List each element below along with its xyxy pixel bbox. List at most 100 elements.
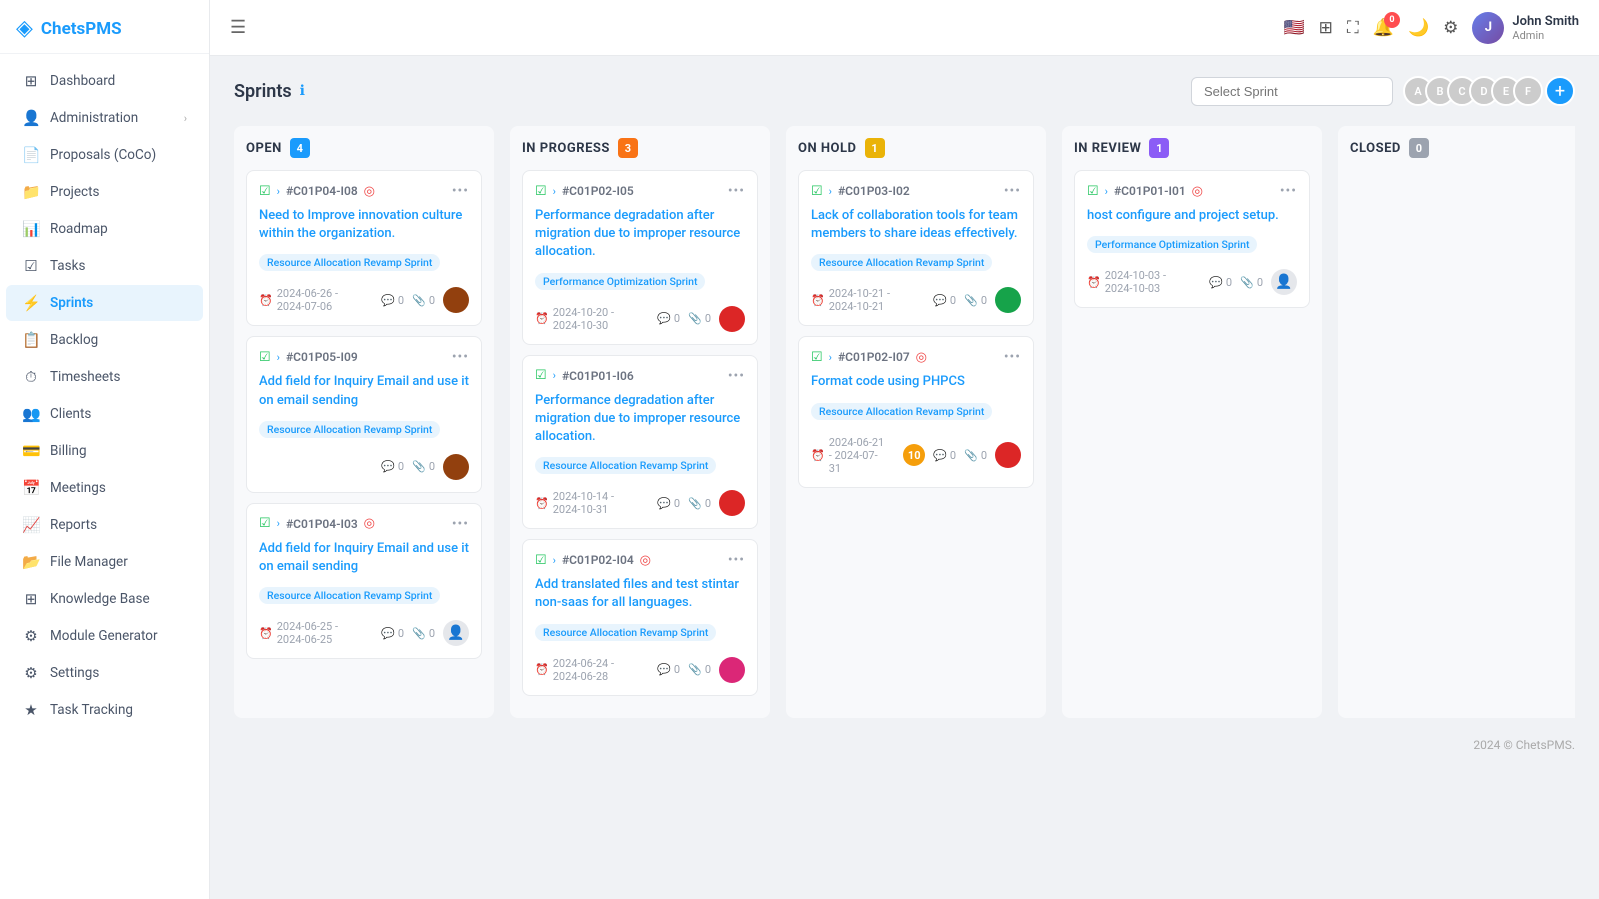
attachment-icon: 📎 (412, 294, 426, 307)
column-header: ON HOLD 1 (798, 138, 1034, 158)
user-info: John Smith Admin (1512, 14, 1579, 42)
check-icon: ☑ (811, 184, 823, 199)
sidebar-item-sprints[interactable]: ⚡ Sprints (6, 285, 203, 321)
sidebar-item-task-tracking[interactable]: ★ Task Tracking (6, 692, 203, 728)
topbar: ☰ 🇺🇸 ⊞ ⛶ 🔔 0 🌙 ⚙ J John Smith Admin (210, 0, 1599, 56)
expand-arrow-icon: › (553, 554, 556, 567)
card-menu[interactable]: ••• (728, 552, 745, 568)
expand-arrow-icon: › (553, 185, 556, 198)
card-sprint-tag[interactable]: Performance Optimization Sprint (1087, 236, 1257, 253)
sidebar-item-proposals[interactable]: 📄 Proposals (CoCo) (6, 137, 203, 173)
hamburger-button[interactable]: ☰ (230, 17, 246, 38)
card[interactable]: ☑ › #C01P03-I02 ••• Lack of collaboratio… (798, 170, 1034, 326)
settings-icon: ⚙ (22, 664, 40, 682)
card[interactable]: ☑ › #C01P02-I04 ◎ ••• Add translated fil… (522, 539, 758, 695)
priority-icon: ◎ (916, 350, 927, 365)
notification-icon[interactable]: 🔔 0 (1373, 18, 1394, 38)
info-icon[interactable]: ℹ (300, 83, 305, 99)
user-area[interactable]: J John Smith Admin (1472, 12, 1579, 44)
card-menu[interactable]: ••• (1004, 183, 1021, 199)
card-menu[interactable]: ••• (452, 183, 469, 199)
card[interactable]: ☑ › #C01P04-I08 ◎ ••• Need to Improve in… (246, 170, 482, 326)
flag-icon[interactable]: 🇺🇸 (1284, 18, 1305, 38)
card-menu[interactable]: ••• (452, 516, 469, 532)
sidebar-item-module-generator[interactable]: ⚙ Module Generator (6, 618, 203, 654)
file-manager-icon: 📂 (22, 553, 40, 571)
card-footer: ⏰2024-10-20 - 2024-10-30 💬 0 📎 0 (535, 306, 745, 332)
card-sprint-tag[interactable]: Resource Allocation Revamp Sprint (259, 254, 440, 271)
dark-mode-icon[interactable]: 🌙 (1408, 18, 1429, 38)
column-title: IN PROGRESS (522, 141, 610, 156)
attachment-icon: 📎 (688, 663, 702, 676)
comment-icon: 💬 (933, 294, 947, 307)
card-id: #C01P01-I06 (562, 369, 634, 383)
card-menu[interactable]: ••• (728, 368, 745, 384)
fullscreen-icon[interactable]: ⛶ (1347, 18, 1359, 38)
logo-icon: ◈ (16, 16, 33, 41)
card-menu[interactable]: ••• (1004, 349, 1021, 365)
sidebar-item-administration[interactable]: 👤 Administration › (6, 100, 203, 136)
comment-stat: 💬 0 (933, 294, 956, 307)
knowledge-base-icon: ⊞ (22, 590, 40, 608)
card-sprint-tag[interactable]: Performance Optimization Sprint (535, 273, 705, 290)
card[interactable]: ☑ › #C01P01-I06 ••• Performance degradat… (522, 355, 758, 530)
sidebar-item-roadmap[interactable]: 📊 Roadmap (6, 211, 203, 247)
add-member-button[interactable]: + (1545, 76, 1575, 106)
meetings-icon: 📅 (22, 479, 40, 497)
grid-icon[interactable]: ⊞ (1319, 18, 1333, 38)
sidebar-item-billing[interactable]: 💳 Billing (6, 433, 203, 469)
card-sprint-tag[interactable]: Resource Allocation Revamp Sprint (535, 457, 716, 474)
card-header: ☑ › #C01P02-I04 ◎ ••• (535, 552, 745, 568)
check-icon: ☑ (259, 350, 271, 365)
sidebar-item-file-manager[interactable]: 📂 File Manager (6, 544, 203, 580)
sprint-select[interactable] (1191, 77, 1393, 106)
number-badge: 10 (903, 444, 925, 466)
sidebar-item-label: Module Generator (50, 628, 158, 644)
attachment-stat: 📎 0 (412, 460, 435, 473)
card-date: ⏰2024-06-21 - 2024-07-31 (811, 436, 887, 475)
card[interactable]: ☑ › #C01P01-I01 ◎ ••• host configure and… (1074, 170, 1310, 308)
card[interactable]: ☑ › #C01P02-I05 ••• Performance degradat… (522, 170, 758, 345)
sidebar-item-label: Knowledge Base (50, 591, 150, 607)
check-icon: ☑ (259, 184, 271, 199)
sidebar-item-clients[interactable]: 👥 Clients (6, 396, 203, 432)
comment-icon: 💬 (381, 294, 395, 307)
card-sprint-tag[interactable]: Resource Allocation Revamp Sprint (535, 624, 716, 641)
sidebar-item-projects[interactable]: 📁 Projects (6, 174, 203, 210)
sidebar-item-dashboard[interactable]: ⊞ Dashboard (6, 63, 203, 99)
card-avatar (443, 454, 469, 480)
card[interactable]: ☑ › #C01P04-I03 ◎ ••• Add field for Inqu… (246, 503, 482, 659)
attachment-icon: 📎 (964, 449, 978, 462)
sidebar-item-knowledge-base[interactable]: ⊞ Knowledge Base (6, 581, 203, 617)
sidebar-item-timesheets[interactable]: ⏱ Timesheets (6, 359, 203, 395)
card-sprint-tag[interactable]: Resource Allocation Revamp Sprint (259, 421, 440, 438)
card-sprint-tag[interactable]: Resource Allocation Revamp Sprint (811, 403, 992, 420)
attachment-icon: 📎 (688, 497, 702, 510)
card-title: host configure and project setup. (1087, 207, 1297, 225)
card-footer: 💬 0 📎 0 (259, 454, 469, 480)
card-stats: 💬 0 📎 0 (373, 287, 469, 313)
sidebar-item-meetings[interactable]: 📅 Meetings (6, 470, 203, 506)
card-sprint-tag[interactable]: Resource Allocation Revamp Sprint (259, 587, 440, 604)
attachment-icon: 📎 (688, 312, 702, 325)
card-title: Performance degradation after migration … (535, 392, 745, 447)
sidebar-item-tasks[interactable]: ☑ Tasks (6, 248, 203, 284)
card-title: Performance degradation after migration … (535, 207, 745, 262)
settings-icon[interactable]: ⚙ (1443, 18, 1458, 38)
card[interactable]: ☑ › #C01P05-I09 ••• Add field for Inquir… (246, 336, 482, 492)
column-count-badge: 1 (1149, 138, 1169, 158)
reports-icon: 📈 (22, 516, 40, 534)
card-stats: 💬 0 📎 0 (649, 657, 745, 683)
page-title: Sprints (234, 81, 292, 102)
card-menu[interactable]: ••• (1280, 183, 1297, 199)
card-menu[interactable]: ••• (728, 183, 745, 199)
card-sprint-tag[interactable]: Resource Allocation Revamp Sprint (811, 254, 992, 271)
sidebar-item-settings[interactable]: ⚙ Settings (6, 655, 203, 691)
card[interactable]: ☑ › #C01P02-I07 ◎ ••• Format code using … (798, 336, 1034, 487)
column-open: OPEN 4 ☑ › #C01P04-I08 ◎ ••• Need to Imp… (234, 126, 494, 718)
clock-icon: ⏰ (259, 294, 273, 307)
sidebar-item-backlog[interactable]: 📋 Backlog (6, 322, 203, 358)
card-menu[interactable]: ••• (452, 349, 469, 365)
expand-arrow-icon: › (553, 369, 556, 382)
sidebar-item-reports[interactable]: 📈 Reports (6, 507, 203, 543)
